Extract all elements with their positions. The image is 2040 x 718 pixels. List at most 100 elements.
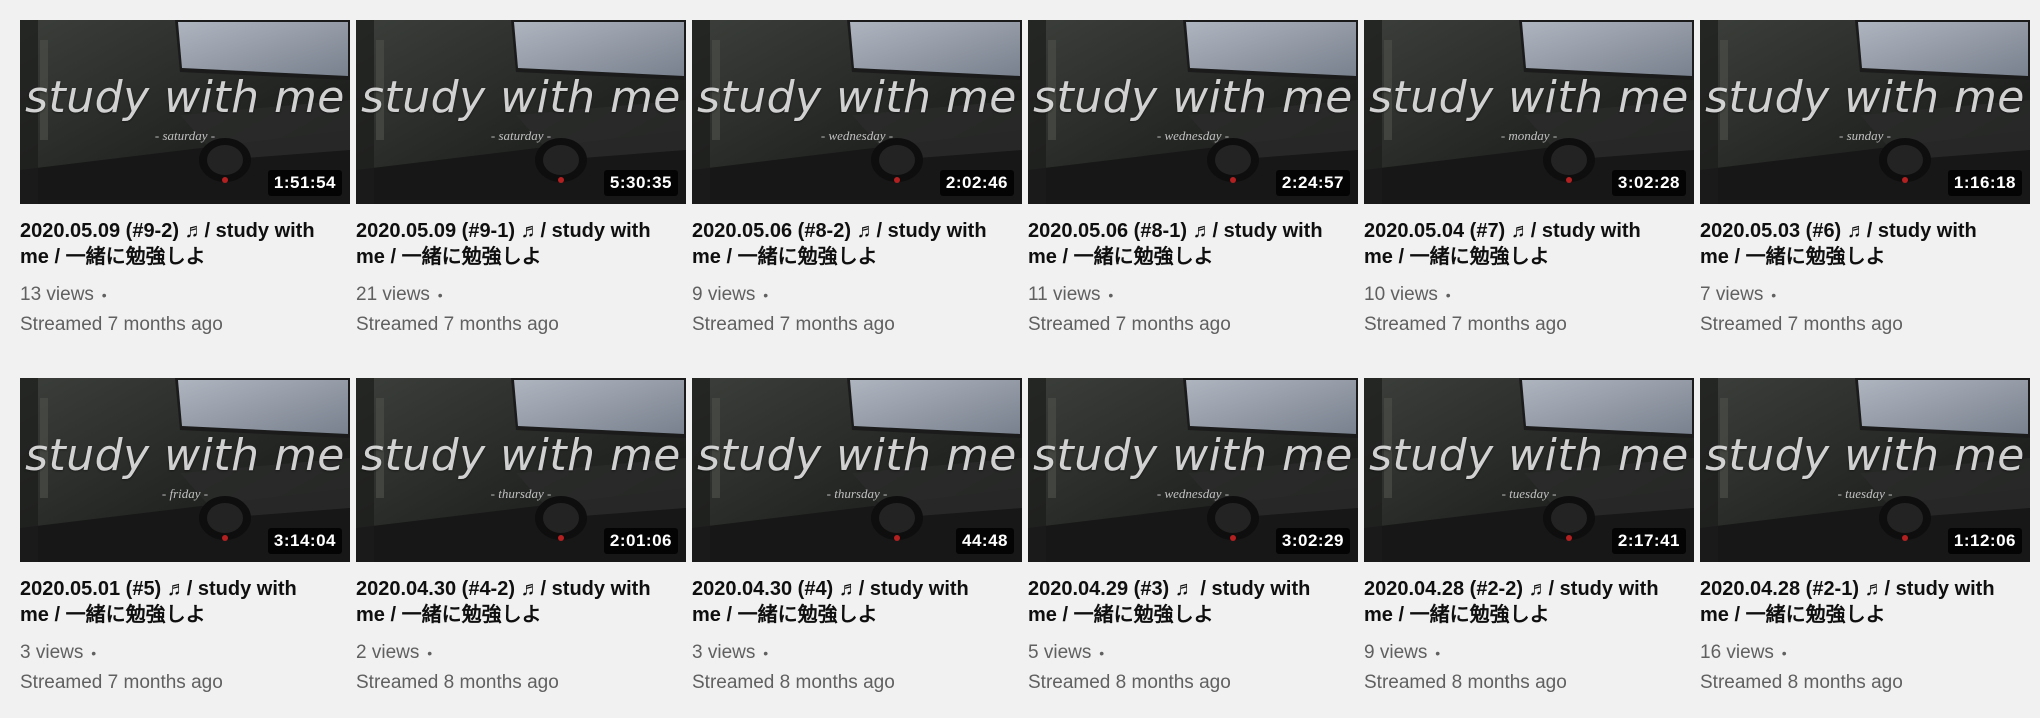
thumbnail-day-text: - saturday -	[490, 128, 552, 143]
video-meta: 11 views Streamed 7 months ago	[1028, 280, 1358, 340]
video-card[interactable]: study with me - monday - 3:02:28 2020.05…	[1364, 20, 1694, 360]
video-thumbnail[interactable]: study with me - wednesday - 3:02:29	[1028, 378, 1358, 562]
view-count: 9 views	[1364, 638, 1694, 668]
stream-date: Streamed 8 months ago	[1700, 672, 1903, 693]
thumbnail-title-text: study with me	[361, 430, 681, 481]
video-meta: 7 views Streamed 7 months ago	[1700, 280, 2030, 340]
video-thumbnail[interactable]: study with me - sunday - 1:16:18	[1700, 20, 2030, 204]
duration-badge: 44:48	[956, 528, 1014, 554]
view-count: 5 views	[1028, 638, 1358, 668]
thumbnail-title-text: study with me	[1705, 72, 2025, 123]
video-card[interactable]: study with me - wednesday - 3:02:29 2020…	[1028, 378, 1358, 718]
video-card[interactable]: study with me - tuesday - 1:12:06 2020.0…	[1700, 378, 2030, 718]
video-title[interactable]: 2020.05.06 (#8-1) ♬/ study with me / 一緒に…	[1028, 218, 1358, 270]
video-thumbnail[interactable]: study with me - thursday - 44:48	[692, 378, 1022, 562]
video-title[interactable]: 2020.04.29 (#3) ♬ / study with me / 一緒に勉…	[1028, 576, 1358, 628]
video-card[interactable]: study with me - wednesday - 2:24:57 2020…	[1028, 20, 1358, 360]
video-thumbnail[interactable]: study with me - thursday - 2:01:06	[356, 378, 686, 562]
thumbnail-day-text: - friday -	[161, 486, 209, 501]
video-card[interactable]: study with me - thursday - 44:48 2020.04…	[692, 378, 1022, 718]
video-thumbnail[interactable]: study with me - monday - 3:02:28	[1364, 20, 1694, 204]
video-meta: 10 views Streamed 7 months ago	[1364, 280, 1694, 340]
video-card[interactable]: study with me - thursday - 2:01:06 2020.…	[356, 378, 686, 718]
duration-badge: 3:14:04	[267, 528, 342, 554]
video-title[interactable]: 2020.04.28 (#2-1) ♬/ study with me / 一緒に…	[1700, 576, 2030, 628]
video-title[interactable]: 2020.05.03 (#6) ♬/ study with me / 一緒に勉強…	[1700, 218, 2030, 270]
video-thumbnail[interactable]: study with me - saturday - 1:51:54	[20, 20, 350, 204]
video-card[interactable]: study with me - sunday - 1:16:18 2020.05…	[1700, 20, 2030, 360]
view-count: 9 views	[692, 280, 1022, 310]
view-count: 2 views	[356, 638, 686, 668]
video-card[interactable]: study with me - saturday - 1:51:54 2020.…	[20, 20, 350, 360]
video-card[interactable]: study with me - tuesday - 2:17:41 2020.0…	[1364, 378, 1694, 718]
video-title[interactable]: 2020.05.09 (#9-2) ♬/ study with me / 一緒に…	[20, 218, 350, 270]
video-title[interactable]: 2020.04.28 (#2-2) ♬/ study with me / 一緒に…	[1364, 576, 1694, 628]
video-card[interactable]: study with me - friday - 3:14:04 2020.05…	[20, 378, 350, 718]
thumbnail-day-text: - tuesday -	[1501, 486, 1557, 501]
duration-badge: 2:17:41	[1611, 528, 1686, 554]
video-title[interactable]: 2020.05.01 (#5) ♬/ study with me / 一緒に勉強…	[20, 576, 350, 628]
thumbnail-title-text: study with me	[1369, 430, 1689, 481]
stream-date: Streamed 8 months ago	[356, 672, 559, 693]
video-title[interactable]: 2020.05.06 (#8-2) ♬/ study with me / 一緒に…	[692, 218, 1022, 270]
stream-date: Streamed 7 months ago	[1700, 314, 1903, 335]
video-meta: 3 views Streamed 8 months ago	[692, 638, 1022, 698]
duration-badge: 5:30:35	[603, 170, 678, 196]
video-thumbnail[interactable]: study with me - friday - 3:14:04	[20, 378, 350, 562]
video-title[interactable]: 2020.04.30 (#4) ♬/ study with me / 一緒に勉強…	[692, 576, 1022, 628]
thumbnail-day-text: - wednesday -	[1156, 128, 1230, 143]
thumbnail-title-text: study with me	[25, 72, 345, 123]
view-count: 13 views	[20, 280, 350, 310]
video-card[interactable]: study with me - wednesday - 2:02:46 2020…	[692, 20, 1022, 360]
view-count: 10 views	[1364, 280, 1694, 310]
video-meta: 9 views Streamed 7 months ago	[692, 280, 1022, 340]
duration-badge: 1:12:06	[1947, 528, 2022, 554]
video-title[interactable]: 2020.04.30 (#4-2) ♬/ study with me / 一緒に…	[356, 576, 686, 628]
view-count: 3 views	[692, 638, 1022, 668]
thumbnail-day-text: - thursday -	[826, 486, 888, 501]
stream-date: Streamed 8 months ago	[1028, 672, 1231, 693]
view-count: 11 views	[1028, 280, 1358, 310]
thumbnail-title-text: study with me	[697, 430, 1017, 481]
video-meta: 3 views Streamed 7 months ago	[20, 638, 350, 698]
thumbnail-title-text: study with me	[1369, 72, 1689, 123]
stream-date: Streamed 7 months ago	[1028, 314, 1231, 335]
video-grid: study with me - saturday - 1:51:54 2020.…	[20, 20, 2030, 718]
stream-date: Streamed 8 months ago	[1364, 672, 1567, 693]
thumbnail-title-text: study with me	[1033, 430, 1353, 481]
stream-date: Streamed 7 months ago	[1364, 314, 1567, 335]
video-meta: 9 views Streamed 8 months ago	[1364, 638, 1694, 698]
thumbnail-title-text: study with me	[1705, 430, 2025, 481]
video-title[interactable]: 2020.05.09 (#9-1) ♬/ study with me / 一緒に…	[356, 218, 686, 270]
stream-date: Streamed 8 months ago	[692, 672, 895, 693]
thumbnail-title-text: study with me	[361, 72, 681, 123]
view-count: 3 views	[20, 638, 350, 668]
thumbnail-day-text: - wednesday -	[1156, 486, 1230, 501]
view-count: 21 views	[356, 280, 686, 310]
duration-badge: 2:01:06	[603, 528, 678, 554]
duration-badge: 3:02:29	[1275, 528, 1350, 554]
video-thumbnail[interactable]: study with me - wednesday - 2:24:57	[1028, 20, 1358, 204]
thumbnail-title-text: study with me	[697, 72, 1017, 123]
video-thumbnail[interactable]: study with me - saturday - 5:30:35	[356, 20, 686, 204]
video-meta: 5 views Streamed 8 months ago	[1028, 638, 1358, 698]
duration-badge: 3:02:28	[1611, 170, 1686, 196]
duration-badge: 2:02:46	[939, 170, 1014, 196]
stream-date: Streamed 7 months ago	[692, 314, 895, 335]
video-meta: 21 views Streamed 7 months ago	[356, 280, 686, 340]
video-card[interactable]: study with me - saturday - 5:30:35 2020.…	[356, 20, 686, 360]
stream-date: Streamed 7 months ago	[20, 672, 223, 693]
video-thumbnail[interactable]: study with me - wednesday - 2:02:46	[692, 20, 1022, 204]
video-thumbnail[interactable]: study with me - tuesday - 2:17:41	[1364, 378, 1694, 562]
video-thumbnail[interactable]: study with me - tuesday - 1:12:06	[1700, 378, 2030, 562]
video-meta: 13 views Streamed 7 months ago	[20, 280, 350, 340]
duration-badge: 1:51:54	[267, 170, 342, 196]
thumbnail-day-text: - thursday -	[490, 486, 552, 501]
thumbnail-title-text: study with me	[25, 430, 345, 481]
thumbnail-day-text: - monday -	[1500, 128, 1558, 143]
thumbnail-day-text: - tuesday -	[1837, 486, 1893, 501]
video-title[interactable]: 2020.05.04 (#7) ♬/ study with me / 一緒に勉強…	[1364, 218, 1694, 270]
stream-date: Streamed 7 months ago	[20, 314, 223, 335]
duration-badge: 2:24:57	[1275, 170, 1350, 196]
stream-date: Streamed 7 months ago	[356, 314, 559, 335]
